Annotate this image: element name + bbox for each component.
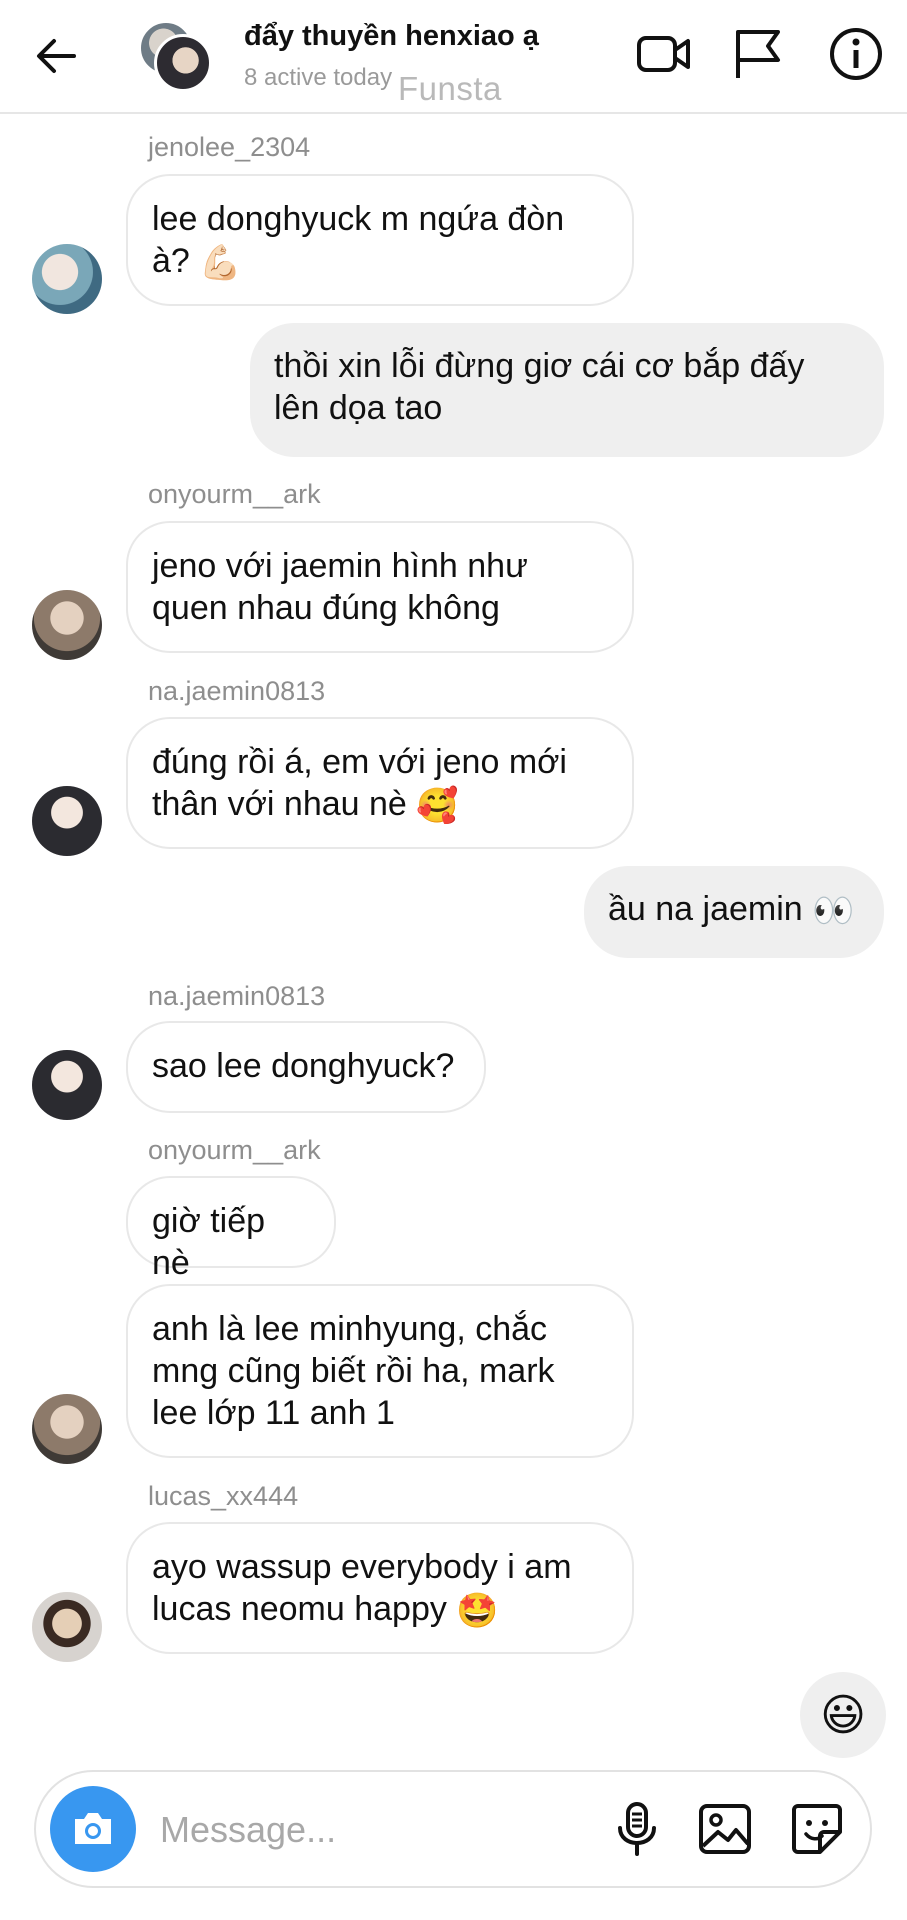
sender-name: onyourm__ark [148, 1135, 321, 1165]
group-avatar[interactable] [136, 20, 212, 92]
message-line: lên dọa tao [274, 389, 443, 427]
message-bubble-incoming[interactable]: giờ tiếp nè [126, 1176, 336, 1282]
message-line: anh là lee minhyung, chắc [152, 1310, 548, 1348]
message-line: ayo wassup everybody i am [152, 1548, 572, 1586]
flexed-biceps-emoji: 💪🏻 [199, 244, 242, 283]
sticker-icon[interactable] [788, 1800, 846, 1858]
active-status: 8 active today [244, 64, 393, 91]
avatar[interactable] [32, 1592, 102, 1662]
message-line: jeno với jaemin hình như [152, 547, 528, 585]
message-bubble-incoming[interactable]: jeno với jaemin hình như quen nhau đúng … [126, 521, 634, 653]
gallery-icon[interactable] [696, 1800, 754, 1858]
camera-button[interactable] [50, 1786, 136, 1872]
info-icon[interactable] [828, 26, 884, 82]
message-line: đúng rồi á, em với jeno mới [152, 743, 567, 781]
avatar[interactable] [32, 786, 102, 856]
chat-header: đẩy thuyền henxiao ạ 8 active today Funs… [0, 0, 907, 114]
message-input[interactable] [158, 1805, 522, 1855]
group-avatar-2 [154, 34, 212, 92]
message-line: lee donghyuck m ngứa đòn [152, 200, 565, 238]
message-line: mng cũng biết rồi ha, mark [152, 1352, 555, 1390]
message-line: lee lớp 11 anh 1 [152, 1394, 395, 1432]
quick-reaction-button[interactable]: 😃 [800, 1672, 886, 1758]
avatar[interactable] [32, 1394, 102, 1464]
sender-name: onyourm__ark [148, 479, 321, 509]
avatar[interactable] [32, 1050, 102, 1120]
message-line: quen nhau đúng không [152, 589, 500, 627]
microphone-icon[interactable] [608, 1800, 666, 1858]
back-arrow-icon[interactable] [34, 34, 78, 78]
flag-icon[interactable] [730, 26, 786, 82]
message-line: à? [152, 242, 190, 280]
message-bubble-incoming[interactable]: đúng rồi á, em với jeno mới thân với nha… [126, 717, 634, 849]
sender-name: lucas_xx444 [148, 1481, 299, 1511]
avatar[interactable] [32, 590, 102, 660]
avatar[interactable] [32, 244, 102, 314]
star-struck-emoji: 🤩 [456, 1592, 499, 1631]
message-bubble-incoming[interactable]: lee donghyuck m ngứa đòn à? 💪🏻 [126, 174, 634, 306]
sender-name: na.jaemin0813 [148, 981, 326, 1011]
message-bubble-incoming[interactable]: anh là lee minhyung, chắc mng cũng biết … [126, 1284, 634, 1458]
eyes-emoji: 👀 [812, 892, 855, 931]
message-line: thân với nhau nè [152, 785, 407, 823]
sender-name: na.jaemin0813 [148, 676, 326, 706]
message-bubble-incoming[interactable]: ayo wassup everybody i am lucas neomu ha… [126, 1522, 634, 1654]
message-line: ầu na jaemin [608, 890, 803, 928]
chat-title[interactable]: đẩy thuyền henxiao ạ [244, 20, 539, 53]
camera-icon [75, 1813, 111, 1844]
message-bubble-incoming[interactable]: sao lee donghyuck? [126, 1021, 486, 1113]
message-line: sao lee donghyuck? [152, 1047, 455, 1085]
message-bubble-outgoing[interactable]: ầu na jaemin 👀 [584, 866, 884, 958]
message-bubble-outgoing[interactable]: thồi xin lỗi đừng giơ cái cơ bắp đấy lên… [250, 323, 884, 457]
sender-name: jenolee_2304 [148, 132, 311, 162]
message-line: lucas neomu happy [152, 1590, 447, 1628]
grinning-face-emoji: 😃 [820, 1690, 866, 1740]
watermark: Funsta [398, 70, 502, 107]
message-line: giờ tiếp nè [152, 1202, 266, 1282]
smiling-face-with-hearts-emoji: 🥰 [416, 787, 459, 826]
video-camera-icon[interactable] [636, 26, 692, 82]
message-composer [34, 1770, 872, 1888]
message-line: thồi xin lỗi đừng giơ cái cơ bắp đấy [274, 347, 805, 385]
